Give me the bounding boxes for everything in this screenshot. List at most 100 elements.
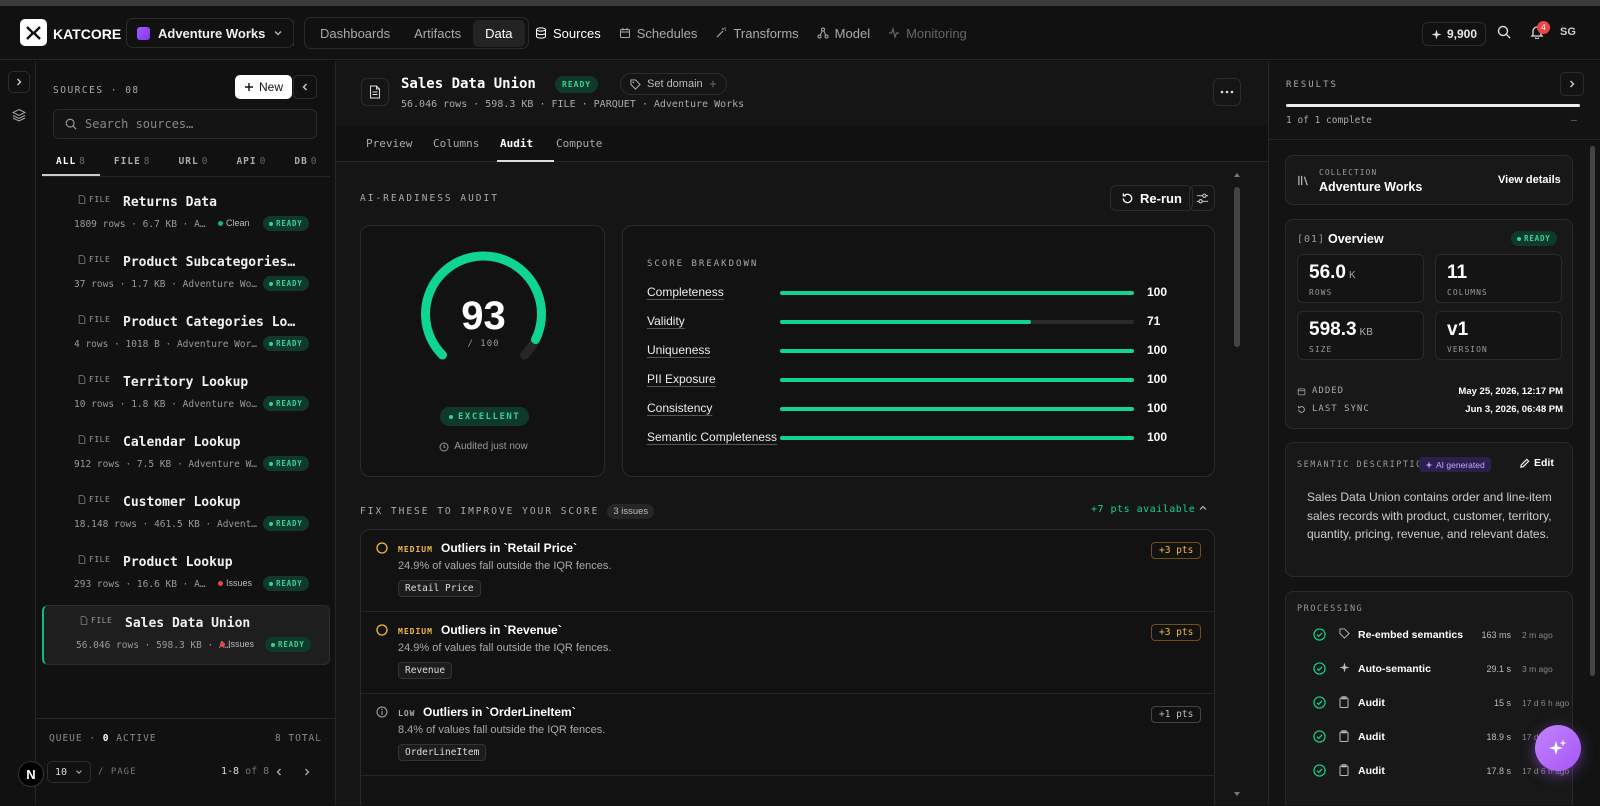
- breakdown-label[interactable]: Uniqueness: [647, 343, 710, 357]
- scrollbar-thumb[interactable]: [1590, 146, 1595, 676]
- expand-rail-button[interactable]: [8, 71, 30, 93]
- filter-api[interactable]: API 0: [222, 147, 280, 176]
- search-icon[interactable]: [1497, 25, 1511, 39]
- breakdown-row: Validity 71: [647, 312, 1187, 332]
- processing-duration: 15 s: [1493, 698, 1511, 708]
- status-label: READY: [276, 399, 303, 408]
- nav-dashboards[interactable]: Dashboards: [308, 20, 402, 47]
- check-circle-icon: [1313, 662, 1326, 675]
- status-label: READY: [276, 579, 303, 588]
- nav-data[interactable]: Data: [473, 19, 525, 47]
- user-avatar[interactable]: SG: [1560, 26, 1576, 38]
- processing-row[interactable]: Re-embed semantics 163 ms 2 m ago: [1297, 625, 1563, 645]
- chevron-left-icon: [276, 768, 281, 776]
- processing-time-ago: 17 d 6 h ago: [1522, 698, 1570, 708]
- overview-status-badge: READY: [1511, 231, 1557, 246]
- semantic-description-text: Sales Data Union contains order and line…: [1307, 490, 1552, 541]
- breakdown-label[interactable]: Completeness: [647, 285, 724, 299]
- sources-title: SOURCES · 08: [53, 85, 140, 96]
- filter-url[interactable]: URL 0: [165, 147, 223, 176]
- issue-item[interactable]: LOW Outliers in `OrderLineItem` 8.4% of va…: [361, 694, 1214, 776]
- clipboard-icon: [1339, 696, 1349, 708]
- added-row: ADDED May 25, 2026, 12:17 PM: [1297, 386, 1563, 400]
- set-domain-button[interactable]: Set domain: [620, 73, 727, 95]
- source-list-item[interactable]: FILE Sales Data Union 56.046 rows · 598.3 …: [42, 605, 330, 665]
- file-icon: [78, 495, 86, 504]
- prev-page-button[interactable]: [269, 762, 289, 782]
- brand-name: KATCORE: [53, 26, 122, 42]
- status-badge: READY: [263, 576, 309, 591]
- filter-all[interactable]: ALL 8: [42, 147, 100, 176]
- breakdown-value: 100: [1147, 285, 1168, 299]
- credits-badge[interactable]: 9,900: [1422, 22, 1487, 46]
- tab-columns[interactable]: Columns: [433, 137, 479, 150]
- source-meta: 18.148 rows · 461.5 KB · Advent…: [74, 519, 258, 530]
- edit-label: Edit: [1534, 457, 1554, 469]
- layers-button[interactable]: [8, 104, 30, 126]
- view-details-link[interactable]: View details: [1498, 174, 1561, 186]
- source-list-item[interactable]: FILE Product Categories Loo… 4 rows · 1018…: [42, 305, 330, 365]
- source-list-item[interactable]: FILE Product Lookup 293 rows · 16.6 KB · A…: [42, 545, 330, 605]
- breakdown-row: PII Exposure 100: [647, 370, 1187, 390]
- ai-assistant-button[interactable]: [1535, 725, 1581, 771]
- main-scrollbar[interactable]: [1234, 172, 1240, 797]
- new-source-label: New: [259, 80, 284, 94]
- processing-row[interactable]: Audit 17.8 s 17 d 6 h ago: [1297, 761, 1569, 781]
- column-chip[interactable]: Retail Price: [398, 580, 481, 597]
- workspace-selector[interactable]: Adventure Works: [126, 18, 295, 48]
- new-source-button[interactable]: New: [235, 75, 293, 99]
- filter-file[interactable]: FILE 8: [100, 147, 165, 176]
- next-page-button[interactable]: [297, 762, 317, 782]
- collapse-sidebar-button[interactable]: [293, 75, 317, 99]
- breakdown-label[interactable]: Validity: [647, 314, 685, 328]
- column-chip[interactable]: Revenue: [398, 662, 453, 679]
- status-dot: [449, 414, 453, 419]
- tab-compute[interactable]: Compute: [556, 137, 602, 150]
- rerun-button[interactable]: Re-run: [1110, 185, 1193, 211]
- file-type-tag: FILE: [78, 255, 110, 264]
- breakdown-label[interactable]: PII Exposure: [647, 372, 716, 386]
- source-list-item[interactable]: FILE Customer Lookup 18.148 rows · 461.5 K…: [42, 485, 330, 545]
- issue-item[interactable]: MEDIUM Outliers in `Revenue` 24.9% of valu…: [361, 612, 1214, 694]
- breakdown-label[interactable]: Semantic Completeness: [647, 430, 777, 444]
- source-flag-label: Clean: [226, 218, 250, 228]
- more-options-button[interactable]: [1213, 78, 1241, 106]
- processing-row[interactable]: Auto-semantic 29.1 s 3 m ago: [1297, 659, 1563, 679]
- breakdown-label[interactable]: Consistency: [647, 401, 712, 415]
- refresh-icon: [1298, 405, 1305, 413]
- nav-transforms[interactable]: Transforms: [715, 26, 799, 41]
- nav-artifacts[interactable]: Artifacts: [402, 20, 473, 47]
- katcore-logo[interactable]: [20, 19, 47, 46]
- processing-row[interactable]: Audit 15 s 17 d 6 h ago: [1297, 693, 1569, 713]
- status-label: READY: [276, 459, 303, 468]
- collapse-results-button[interactable]: [1560, 72, 1584, 96]
- overview-card: [01] Overview READY 56.0 K ROWS 11 COLUMN…: [1285, 219, 1573, 429]
- scrollbar-thumb[interactable]: [1234, 187, 1240, 347]
- nav-model[interactable]: Model: [817, 26, 870, 41]
- processing-time-ago: 3 m ago: [1522, 664, 1553, 674]
- column-chip[interactable]: OrderLineItem: [398, 744, 487, 761]
- filter-db[interactable]: DB 0: [280, 147, 331, 176]
- status-badge: READY: [263, 516, 309, 531]
- sparkles-icon: [1549, 739, 1567, 755]
- status-badge: READY: [263, 336, 309, 351]
- tab-preview[interactable]: Preview: [366, 137, 412, 150]
- results-scrollbar[interactable]: [1590, 146, 1595, 796]
- search-sources-input[interactable]: Search sources…: [53, 109, 317, 139]
- source-list-item[interactable]: FILE Territory Lookup 10 rows · 1.8 KB · A…: [42, 365, 330, 425]
- source-list-item[interactable]: FILE Product Subcategories … 37 rows · 1.7…: [42, 245, 330, 305]
- nav-schedules[interactable]: Schedules: [619, 26, 697, 41]
- source-list-item[interactable]: FILE Calendar Lookup 912 rows · 7.5 KB · A…: [42, 425, 330, 485]
- sources-sidebar: SOURCES · 08 New Search sources… ALL 8 FI…: [36, 61, 336, 805]
- last-sync-row: LAST SYNC Jun 3, 2026, 06:48 PM: [1297, 404, 1563, 418]
- issue-item[interactable]: MEDIUM Outliers in `Retail Price` 24.9% of…: [361, 530, 1214, 612]
- tab-audit[interactable]: Audit: [500, 137, 533, 150]
- source-list-item[interactable]: FILE Returns Data 1809 rows · 6.7 KB · A… C…: [42, 185, 330, 245]
- processing-row[interactable]: Audit18.9 s17 d 6 h ago: [1297, 727, 1569, 747]
- nav-sources[interactable]: Sources: [535, 26, 601, 41]
- nav-monitoring[interactable]: Monitoring: [888, 26, 967, 41]
- audit-settings-button[interactable]: [1189, 185, 1215, 211]
- edit-description-button[interactable]: Edit: [1519, 457, 1554, 469]
- page-size-select[interactable]: 10: [47, 761, 91, 783]
- collapse-issues-button[interactable]: [1198, 503, 1208, 513]
